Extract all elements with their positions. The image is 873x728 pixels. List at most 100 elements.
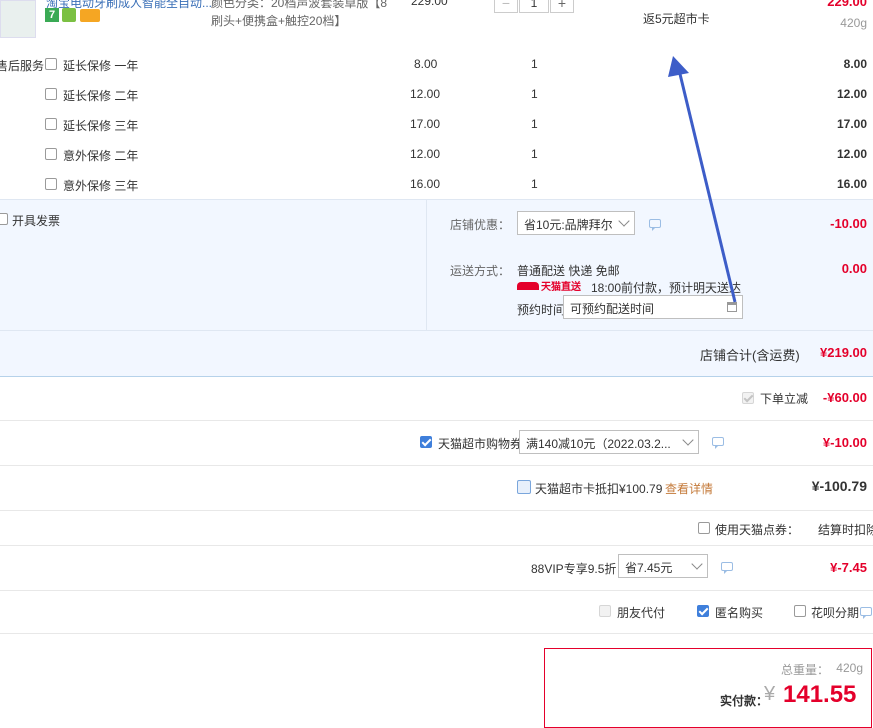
decrement-button[interactable]: −: [494, 0, 518, 13]
warranty-name: 延长保修 一年: [63, 59, 139, 73]
points-checkbox[interactable]: [698, 522, 710, 534]
product-total: 229.00: [827, 0, 867, 9]
store-total-amount: ¥219.00: [820, 345, 867, 360]
currency-symbol: ¥: [764, 683, 776, 705]
pay-label: 实付款：: [720, 694, 769, 708]
warranty-qty: 1: [531, 57, 538, 71]
invoice-checkbox[interactable]: [0, 213, 8, 225]
friend-pay-checkbox: [599, 605, 611, 617]
product-weight: 420g: [840, 16, 867, 30]
warranty-checkbox[interactable]: [45, 58, 57, 70]
chat-icon[interactable]: [712, 437, 724, 449]
badge-card-icon: [80, 9, 100, 22]
card-details-link[interactable]: 查看详情: [665, 480, 713, 497]
tmall-logo-icon: 天猫直送: [517, 279, 583, 293]
warranty-name: 延长保修 三年: [63, 119, 139, 133]
warranty-total: 12.00: [836, 147, 867, 161]
payment-options-row: 朋友代付 匿名购买 花呗分期: [0, 591, 873, 633]
after-sales-row[interactable]: 意外保修 三年 16.00 1 16.00: [0, 168, 873, 198]
warranty-price: 12.00: [410, 147, 441, 161]
appointment-label: 预约时间: [517, 303, 566, 317]
warranty-total: 8.00: [843, 57, 867, 71]
warranty-checkbox[interactable]: [45, 118, 57, 130]
card-row: 天猫超市卡抵扣¥100.79 查看详情 ¥-100.79: [0, 466, 873, 510]
total-weight-label: 总重量：: [780, 663, 829, 677]
instant-discount-label: 下单立减: [760, 392, 809, 406]
anonymous-checkbox[interactable]: [697, 605, 709, 617]
promo-text: 返5元超市卡: [643, 12, 710, 26]
points-value: 结算时扣除: [818, 523, 873, 537]
chat-icon[interactable]: [860, 607, 872, 619]
store-options-section: 开具发票 店铺优惠： 省10元:品牌拜尔 -10.00 运送方式： 普通配送 快…: [0, 199, 873, 330]
instant-discount-row: 下单立减 -¥60.00: [0, 376, 873, 420]
after-sales-row[interactable]: 意外保修 二年 12.00 1 12.00: [0, 138, 873, 168]
warranty-total: 12.00: [836, 87, 867, 101]
payment-summary: 总重量： 420g 实付款： ¥ 141.55: [544, 648, 872, 728]
warranty-name: 意外保修 二年: [63, 149, 139, 163]
warranty-qty: 1: [531, 117, 538, 131]
coupon-checkbox[interactable]: [420, 436, 432, 448]
badge-guarantee-icon: [62, 8, 76, 22]
shipping-methods: 普通配送 快递 免邮: [517, 264, 620, 278]
after-sales-row[interactable]: 延长保修 一年 8.00 1 8.00: [0, 48, 873, 78]
warranty-price: 17.00: [410, 117, 441, 131]
card-amount: ¥-100.79: [811, 478, 867, 494]
invoice-label: 开具发票: [12, 214, 61, 228]
anonymous-label: 匿名购买: [715, 606, 764, 620]
increment-button[interactable]: +: [550, 0, 574, 13]
points-row: 使用天猫点券： 结算时扣除: [0, 511, 873, 545]
after-sales-section: 售后服务 延长保修 一年 8.00 1 8.00 延长保修 二年 12.00 1…: [0, 48, 873, 198]
store-total-label: 店铺合计(含运费): [700, 348, 800, 363]
divider: [0, 633, 873, 634]
warranty-price: 8.00: [414, 57, 438, 71]
quantity-stepper[interactable]: − 1 +: [494, 0, 580, 14]
instant-discount-amount: -¥60.00: [822, 390, 867, 405]
shipping-amount: 0.00: [841, 261, 867, 276]
warranty-total: 16.00: [836, 177, 867, 191]
chat-icon[interactable]: [721, 562, 733, 574]
instant-discount-checkbox: [742, 392, 754, 404]
huabei-label: 花呗分期: [811, 606, 860, 620]
vip-row: 88VIP专享9.5折 省7.45元 ¥-7.45: [0, 546, 873, 590]
coupon-select[interactable]: 满140减10元（2022.03.2...: [519, 430, 699, 454]
shipping-eta: 18:00前付款，预计明天送达: [591, 281, 742, 295]
product-thumbnail[interactable]: [0, 0, 36, 38]
chat-icon[interactable]: [649, 219, 661, 231]
product-row: 淘宝电动牙刷成人智能全自动... 7 颜色分类：20档声波套装卓版【8 刷头+便…: [0, 0, 873, 48]
warranty-checkbox[interactable]: [45, 88, 57, 100]
shipping-label: 运送方式：: [450, 264, 511, 278]
huabei-checkbox[interactable]: [794, 605, 806, 617]
calendar-icon[interactable]: [727, 302, 737, 312]
after-sales-row[interactable]: 延长保修 三年 17.00 1 17.00: [0, 108, 873, 138]
store-discount-amount: -10.00: [830, 216, 867, 231]
vip-amount: ¥-7.45: [830, 560, 867, 575]
warranty-qty: 1: [531, 87, 538, 101]
quantity-input[interactable]: 1: [519, 0, 549, 13]
column-divider: [426, 200, 427, 330]
total-weight-value: 420g: [836, 661, 863, 675]
tmall-logo-text: 天猫直送: [541, 282, 581, 293]
badge-seven-day-icon: 7: [45, 8, 59, 22]
vip-select[interactable]: 省7.45元: [618, 554, 708, 578]
warranty-qty: 1: [531, 177, 538, 191]
coupon-amount: ¥-10.00: [822, 435, 867, 450]
store-discount-label: 店铺优惠：: [450, 218, 511, 232]
appointment-input[interactable]: 可预约配送时间: [563, 295, 743, 319]
warranty-price: 12.00: [410, 87, 441, 101]
warranty-total: 17.00: [836, 117, 867, 131]
coupon-row: 天猫超市购物券 满140减10元（2022.03.2... ¥-10.00: [0, 421, 873, 465]
warranty-name: 延长保修 二年: [63, 89, 139, 103]
pay-amount: 141.55: [783, 681, 857, 708]
warranty-qty: 1: [531, 147, 538, 161]
warranty-price: 16.00: [410, 177, 441, 191]
warranty-checkbox[interactable]: [45, 178, 57, 190]
store-discount-select[interactable]: 省10元:品牌拜尔: [517, 211, 635, 235]
card-checkbox[interactable]: [517, 480, 531, 494]
points-label: 使用天猫点券：: [715, 523, 800, 537]
card-label: 天猫超市卡抵扣¥100.79: [535, 482, 663, 496]
friend-pay-label: 朋友代付: [617, 606, 666, 620]
after-sales-row[interactable]: 延长保修 二年 12.00 1 12.00: [0, 78, 873, 108]
warranty-checkbox[interactable]: [45, 148, 57, 160]
product-spec: 颜色分类：20档声波套装卓版【8 刷头+便携盒+触控20档】: [211, 0, 388, 28]
store-total-bar: 店铺合计(含运费) ¥219.00: [0, 330, 873, 377]
